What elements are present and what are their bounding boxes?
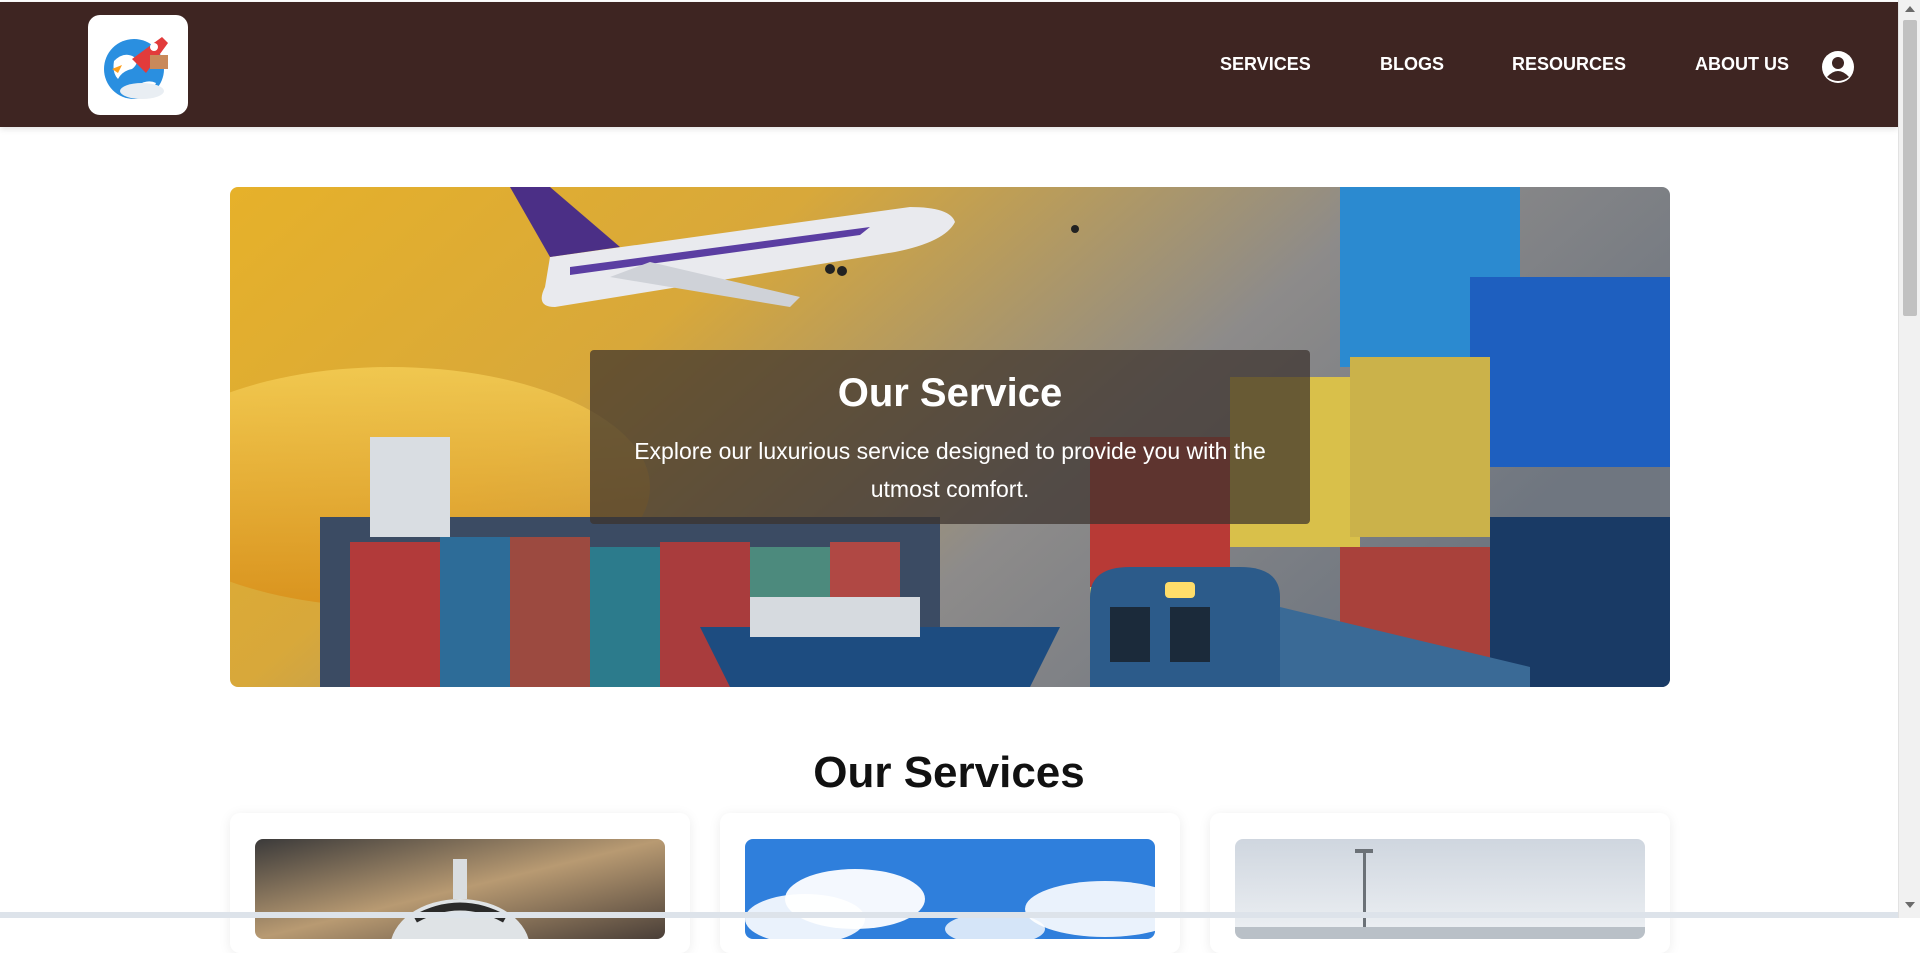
top-navbar: SERVICES BLOGS RESOURCES ABOUT US: [0, 2, 1898, 127]
nav-resources[interactable]: RESOURCES: [1512, 54, 1626, 75]
hero-title: Our Service: [837, 371, 1063, 415]
globe-rocket-icon: [104, 37, 168, 99]
hero-banner: Our Service Explore our luxurious servic…: [230, 187, 1670, 687]
airplane-front-image: [255, 839, 665, 939]
hero-subtitle: Explore our luxurious service designed t…: [634, 438, 1266, 502]
sky-clouds-image: [745, 839, 1155, 939]
services-section-title: Our Services: [813, 748, 1085, 797]
hero-caption-box: Our Service Explore our luxurious servic…: [590, 350, 1310, 524]
port-yard-image: [1235, 839, 1645, 939]
scroll-up-arrow-icon[interactable]: [1905, 6, 1915, 12]
window-bottom-edge: [0, 912, 1898, 918]
service-card-1[interactable]: [230, 813, 690, 953]
vertical-scrollbar[interactable]: [1898, 0, 1920, 918]
service-card-3[interactable]: [1210, 813, 1670, 953]
service-card-2[interactable]: [720, 813, 1180, 953]
logo[interactable]: [88, 15, 188, 115]
scrollbar-thumb[interactable]: [1903, 20, 1917, 316]
user-circle-icon[interactable]: [1821, 50, 1855, 84]
scroll-down-arrow-icon[interactable]: [1905, 902, 1915, 908]
nav-services[interactable]: SERVICES: [1220, 54, 1311, 75]
nav-about-us[interactable]: ABOUT US: [1695, 54, 1789, 75]
nav-blogs[interactable]: BLOGS: [1380, 54, 1444, 75]
